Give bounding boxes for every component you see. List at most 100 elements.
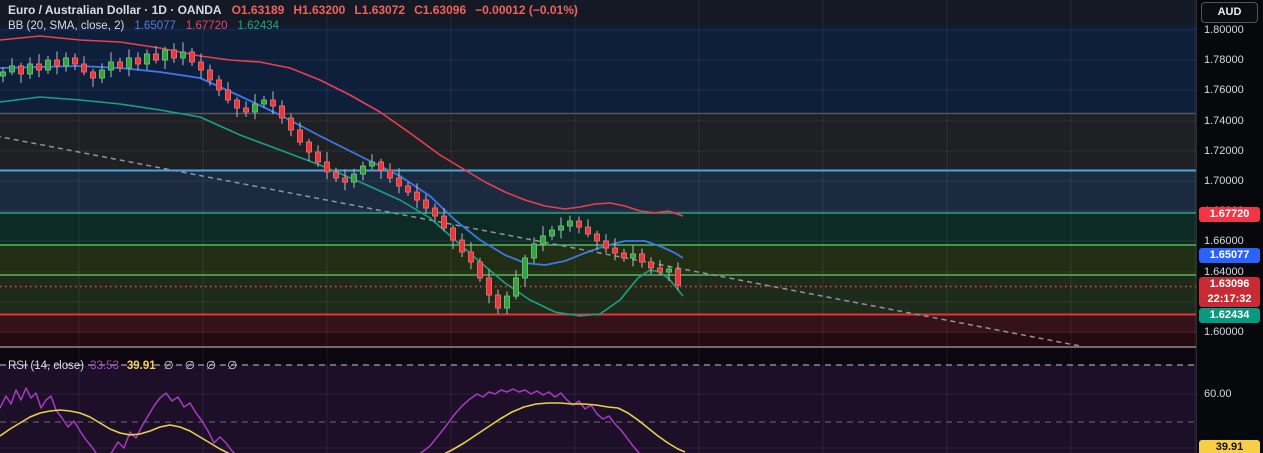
candle-down	[639, 253, 645, 263]
candle-down	[432, 207, 438, 217]
bb-value: 1.62434	[237, 20, 280, 32]
candle-up	[549, 229, 555, 237]
candle-down	[189, 51, 195, 63]
candle-up	[45, 59, 51, 71]
bb-indicator-label[interactable]: BB (20, SMA, close, 2)	[8, 20, 124, 32]
price-axis-label: 1.60000	[1204, 326, 1244, 338]
rsi-band-fill	[0, 365, 1196, 453]
candle-down	[576, 220, 582, 228]
candle-up	[261, 99, 267, 105]
bb-value: 1.67720	[185, 20, 228, 32]
candle-down	[153, 53, 159, 61]
ohlc-close: C1.63096	[414, 3, 467, 17]
symbol-title[interactable]: Euro / Australian Dollar · 1D · OANDA	[8, 3, 222, 17]
candle-down	[315, 151, 321, 163]
bb-indicator-row[interactable]: BB (20, SMA, close, 2) 1.65077 1.67720 1.62…	[8, 18, 578, 33]
rsi-ma-value: 39.91	[126, 360, 156, 372]
candle-down	[306, 141, 312, 153]
candle-down	[612, 247, 618, 254]
price-axis-label: 1.76000	[1204, 84, 1244, 96]
symbol-row[interactable]: Euro / Australian Dollar · 1D · OANDA O1.…	[8, 3, 578, 18]
price-chart-canvas[interactable]	[0, 0, 1196, 348]
chart-window: Euro / Australian Dollar · 1D · OANDA O1.…	[0, 0, 1263, 453]
price-zone	[0, 113, 1196, 170]
price-zone	[0, 314, 1196, 333]
price-level-badge: 1.67720	[1199, 207, 1260, 222]
candle-up	[531, 243, 537, 259]
candle-down	[621, 252, 627, 259]
price-zone	[0, 26, 1196, 113]
candle-up	[63, 57, 69, 67]
candle-up	[27, 63, 33, 75]
candle-up	[0, 71, 6, 77]
candle-up	[351, 173, 357, 183]
candle-down	[225, 89, 231, 101]
candle-up	[504, 295, 510, 309]
candle-down	[378, 161, 384, 171]
price-axis-label: 1.70000	[1204, 175, 1244, 187]
candle-up	[360, 165, 366, 175]
price-zone	[0, 275, 1196, 314]
ohlc-open: O1.63189	[231, 3, 285, 17]
candle-down	[324, 161, 330, 173]
ohlc-high: H1.63200	[293, 3, 346, 17]
candle-up	[666, 268, 672, 273]
candle-down	[81, 63, 87, 73]
candle-down	[441, 215, 447, 229]
candle-up	[522, 257, 528, 279]
candle-up	[540, 235, 546, 245]
candle-up	[567, 220, 573, 227]
rsi-null-values: ∅ ∅ ∅ ∅	[163, 360, 242, 372]
candle-down	[117, 61, 123, 69]
candle-up	[9, 65, 15, 73]
price-zone	[0, 170, 1196, 213]
candle-up	[558, 225, 564, 231]
candle-down	[207, 69, 213, 81]
candle-down	[72, 57, 78, 65]
ohlc-low: L1.63072	[354, 3, 406, 17]
candle-down	[414, 191, 420, 201]
candle-down	[54, 59, 60, 67]
candle-up	[180, 51, 186, 59]
price-axis-panel[interactable]: AUD 1.80000 1.78000 1.76000 1.74000 1.72000 1…	[1196, 0, 1263, 453]
chart-legend: Euro / Australian Dollar · 1D · OANDA O1.…	[8, 3, 578, 33]
candle-down	[495, 294, 501, 309]
rsi-value-badge: 39.91	[1199, 440, 1260, 453]
bb-indicator-values: 1.65077 1.67720 1.62434	[134, 18, 289, 32]
candle-down	[396, 177, 402, 187]
price-axis-label: 1.80000	[1204, 24, 1244, 36]
candle-up	[630, 253, 636, 259]
rsi-indicator-row[interactable]: RSI (14, close) 33.53 39.91 ∅ ∅ ∅ ∅	[8, 358, 241, 372]
candle-down	[387, 169, 393, 179]
price-axis-label: 1.74000	[1204, 115, 1244, 127]
candle-down	[603, 240, 609, 249]
price-axis-label: 1.78000	[1204, 54, 1244, 66]
candle-down	[297, 129, 303, 143]
candle-down	[657, 267, 663, 273]
rsi-value: 33.53	[90, 360, 119, 372]
candle-down	[36, 63, 42, 71]
candle-down	[594, 233, 600, 242]
candle-up	[369, 161, 375, 167]
candle-down	[216, 79, 222, 91]
candle-up	[99, 69, 105, 79]
last-price-badge: 1.63096 22:17:32	[1199, 277, 1260, 307]
candle-up	[162, 49, 168, 61]
currency-toggle-button[interactable]: AUD	[1201, 2, 1258, 23]
candle-down	[468, 251, 474, 263]
candle-down	[405, 185, 411, 193]
candle-down	[423, 199, 429, 209]
candle-down	[459, 239, 465, 253]
candle-down	[18, 65, 24, 75]
price-pane[interactable]	[0, 0, 1196, 348]
price-level-badge: 1.62434	[1199, 308, 1260, 323]
rsi-indicator-label[interactable]: RSI (14, close)	[8, 360, 84, 372]
candle-down	[648, 261, 654, 269]
candle-up	[126, 57, 132, 69]
candle-down	[450, 227, 456, 241]
candle-down	[234, 99, 240, 109]
change-value: −0.00012 (−0.01%)	[475, 3, 578, 17]
candle-down	[333, 171, 339, 179]
candle-up	[108, 61, 114, 71]
candle-down	[171, 49, 177, 59]
